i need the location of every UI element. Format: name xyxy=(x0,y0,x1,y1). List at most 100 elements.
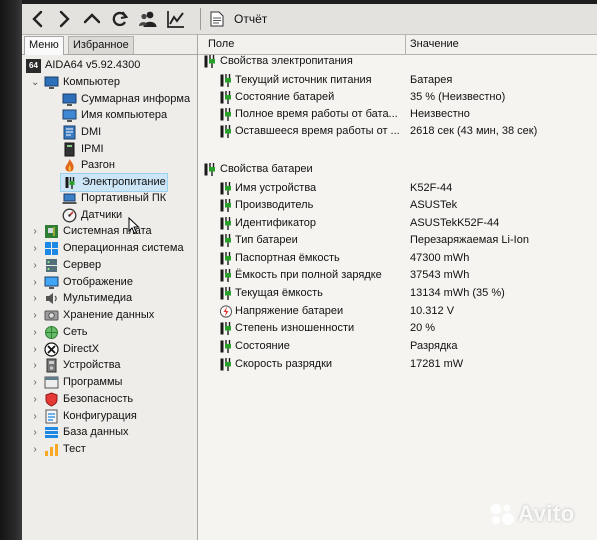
gauge-icon xyxy=(62,208,77,223)
property-value: K52F-44 xyxy=(410,182,453,194)
users-button[interactable] xyxy=(136,7,160,31)
property-field: Ёмкость при полной зарядке xyxy=(235,269,382,281)
property-row[interactable]: Состояние Разрядка xyxy=(198,338,597,355)
property-row[interactable]: Напряжение батареи 10.312 V xyxy=(198,303,597,320)
property-row[interactable]: Тип батареи Перезаряжаемая Li-Ion xyxy=(198,232,597,249)
tree-item-label: Портативный ПК xyxy=(81,192,167,204)
back-button[interactable] xyxy=(26,7,50,31)
forward-icon xyxy=(59,10,70,28)
users-icon xyxy=(139,11,157,27)
expand-chevron-icon[interactable]: › xyxy=(31,240,39,257)
property-row[interactable]: Скорость разрядки 17281 mW xyxy=(198,356,597,373)
chart-icon xyxy=(167,11,184,28)
property-field: Текущий источник питания xyxy=(235,74,372,86)
refresh-button[interactable] xyxy=(108,7,132,31)
mouse-cursor-icon xyxy=(128,217,140,235)
property-row[interactable]: Текущая ёмкость 13134 mWh (35 %) xyxy=(198,285,597,302)
computer-icon xyxy=(44,75,59,90)
avito-logo-icon xyxy=(490,503,514,525)
column-separator[interactable] xyxy=(405,35,406,54)
tree-item-label: Хранение данных xyxy=(63,309,155,321)
expand-chevron-icon[interactable]: › xyxy=(31,324,39,341)
property-row[interactable]: Производитель ASUSTek xyxy=(198,197,597,214)
tree-item-label: Датчики xyxy=(81,209,123,221)
property-value: ASUSTek xyxy=(410,199,458,211)
property-field: Полное время работы от бата... xyxy=(235,108,398,120)
tree-item-label: DirectX xyxy=(63,343,100,355)
power-plug-icon xyxy=(220,124,232,139)
tree-item-label: Суммарная информа xyxy=(81,93,191,105)
property-row[interactable]: Полное время работы от бата... Неизвестно xyxy=(198,106,597,123)
tree-item-label: Разгон xyxy=(81,159,115,171)
expand-chevron-icon[interactable]: › xyxy=(31,441,39,458)
power-plug-icon xyxy=(63,175,78,190)
expand-chevron-icon[interactable]: › xyxy=(31,257,39,274)
power-plug-icon xyxy=(220,73,232,88)
network-icon xyxy=(44,325,59,340)
up-button[interactable] xyxy=(80,7,104,31)
power-plug-icon xyxy=(220,107,232,122)
property-value: 2618 сек (43 мин, 38 сек) xyxy=(410,125,538,137)
property-row[interactable]: Идентификатор ASUSTekK52F-44 xyxy=(198,215,597,232)
tab-menu[interactable]: Меню xyxy=(24,36,64,55)
power-plug-icon xyxy=(220,233,232,248)
panel-tabs: Меню Избранное xyxy=(22,35,197,55)
property-row[interactable]: Имя устройства K52F-44 xyxy=(198,180,597,197)
column-header-value[interactable]: Значение xyxy=(410,38,459,50)
expand-chevron-icon[interactable]: › xyxy=(31,424,39,441)
screen-bezel xyxy=(0,0,22,540)
config-icon xyxy=(44,409,59,424)
expand-chevron-icon[interactable]: › xyxy=(31,223,39,240)
tree-root[interactable]: 64 AIDA64 v5.92.4300 xyxy=(26,57,196,74)
property-row[interactable]: Оставшееся время работы от ... 2618 сек (… xyxy=(198,123,597,140)
property-row[interactable]: Степень изнoшенности 20 % xyxy=(198,320,597,337)
expand-chevron-icon[interactable]: › xyxy=(31,274,39,291)
expand-chevron-icon[interactable]: › xyxy=(31,391,39,408)
section-header: Свойства батареи xyxy=(198,161,597,178)
property-value: 47300 mWh xyxy=(410,252,470,264)
power-plug-icon xyxy=(220,321,232,336)
power-plug-icon xyxy=(220,268,232,283)
property-row[interactable]: Состояние батарей 35 % (Неизвестно) xyxy=(198,89,597,106)
expand-chevron-icon[interactable]: › xyxy=(31,374,39,391)
property-field: Имя устройства xyxy=(235,182,317,194)
property-value: 17281 mW xyxy=(410,358,464,370)
chart-button[interactable] xyxy=(164,7,188,31)
power-plug-icon xyxy=(220,198,232,213)
property-row[interactable]: Паспортная ёмкость 47300 mWh xyxy=(198,250,597,267)
toolbar-separator xyxy=(200,8,201,30)
expand-chevron-icon[interactable]: › xyxy=(31,341,39,358)
computer-icon xyxy=(62,92,77,107)
property-value: 13134 mWh (35 %) xyxy=(410,287,505,299)
property-field: Оставшееся время работы от ... xyxy=(235,125,400,137)
monitor-icon xyxy=(44,275,59,290)
property-value: 20 % xyxy=(410,322,436,334)
tree-item-label: DMI xyxy=(81,126,102,138)
devices-icon xyxy=(44,358,59,373)
voltage-icon xyxy=(219,304,233,319)
tree-item-label: Имя компьютера xyxy=(81,109,168,121)
navigation-panel: Меню Избранное 64 AIDA64 v5.92.4300 ⌄ Ко… xyxy=(22,35,198,540)
expand-chevron-icon[interactable]: › xyxy=(31,307,39,324)
section-header: Свойства электропитания xyxy=(198,53,597,70)
back-icon xyxy=(32,10,43,28)
property-row[interactable]: Текущий источник питания Батарея xyxy=(198,72,597,89)
expand-chevron-icon[interactable]: › xyxy=(31,408,39,425)
property-field: Текущая ёмкость xyxy=(235,287,323,299)
tab-favorites[interactable]: Избранное xyxy=(68,36,134,54)
column-header-field[interactable]: Поле xyxy=(208,38,234,50)
aida64-logo-text: 64 xyxy=(26,58,41,73)
ipmi-icon xyxy=(62,142,77,157)
property-field: Тип батареи xyxy=(235,234,298,246)
tree-item-computer[interactable]: Компьютер xyxy=(44,74,194,91)
property-row[interactable]: Ёмкость при полной зарядке 37543 mWh xyxy=(198,267,597,284)
forward-button[interactable] xyxy=(52,7,76,31)
expand-chevron-icon[interactable]: › xyxy=(31,357,39,374)
tree-item-label: Безопасность xyxy=(63,393,134,405)
tree-item-summary[interactable]: Суммарная информа xyxy=(62,91,196,108)
expand-chevron-icon[interactable]: › xyxy=(31,290,39,307)
disk-icon xyxy=(44,308,59,323)
collapse-chevron-icon[interactable]: ⌄ xyxy=(31,74,39,91)
report-button-label[interactable]: Отчёт xyxy=(234,12,267,26)
tree-item-label: Сервер xyxy=(63,259,102,271)
